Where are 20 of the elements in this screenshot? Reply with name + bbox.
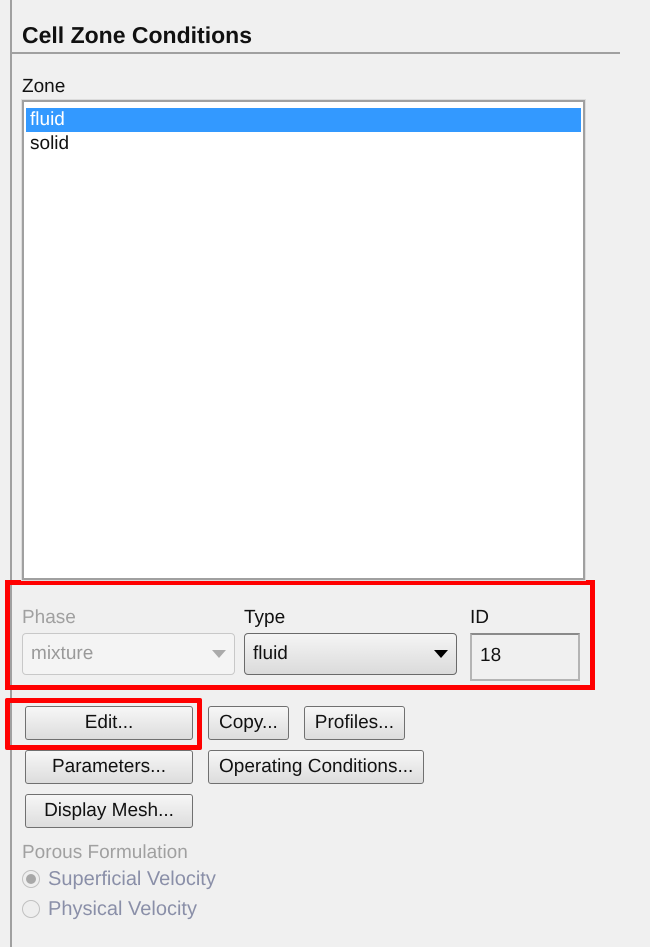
type-dropdown[interactable]: fluid xyxy=(244,633,457,675)
action-button[interactable]: Edit... xyxy=(25,706,193,740)
action-button[interactable]: Copy... xyxy=(208,706,289,740)
panel-title: Cell Zone Conditions xyxy=(22,21,252,50)
group-label: Porous Formulation xyxy=(22,842,188,864)
action-button[interactable]: Profiles... xyxy=(304,706,405,740)
caret-icon xyxy=(434,650,448,658)
radio-label: Physical Velocity xyxy=(48,898,197,920)
action-button[interactable]: Operating Conditions... xyxy=(208,750,424,784)
id-field[interactable]: 18 xyxy=(470,633,580,681)
caret-icon xyxy=(212,650,226,658)
zone-list[interactable]: fluid solid xyxy=(22,100,585,580)
type-label: Type xyxy=(244,607,286,629)
action-button[interactable]: Display Mesh... xyxy=(25,794,193,828)
phase-label: Phase xyxy=(22,607,76,629)
list-item[interactable]: solid xyxy=(26,132,581,156)
id-label: ID xyxy=(470,607,489,629)
action-button[interactable]: Parameters... xyxy=(25,750,193,784)
radio-label: Superficial Velocity xyxy=(48,868,216,890)
zone-label: Zone xyxy=(22,76,66,98)
